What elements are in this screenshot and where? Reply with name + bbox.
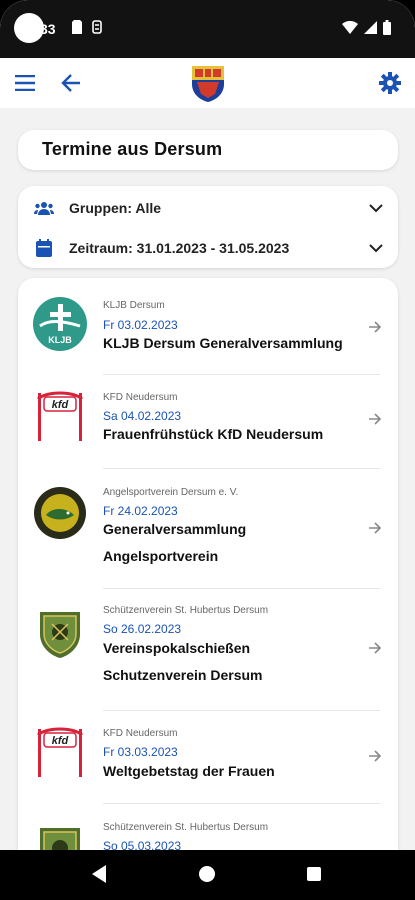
calendar-icon [36,239,52,257]
menu-icon [15,75,35,91]
kfd-logo: kfd [36,727,84,777]
arrow-right-icon [369,642,382,654]
arrow-right-icon [369,321,382,333]
event-list: KLJB KLJB Dersum Fr 03.02.2023 KLJB Ders… [18,278,398,898]
back-arrow-icon [61,74,80,92]
dersum-crest-logo[interactable] [191,65,225,103]
event-organizer: Schützenverein St. Hubertus Dersum [103,822,269,833]
status-right [342,20,391,35]
groups-filter[interactable]: Gruppen: Alle [18,188,398,228]
arrow-right-icon [369,750,382,762]
event-organizer: Schützenverein St. Hubertus Dersum [103,605,269,616]
filter-card: Gruppen: Alle Zeitraum: 31.01.2023 - 31.… [18,186,398,268]
arrow-right-icon [369,522,382,534]
nav-home-icon[interactable] [199,866,215,882]
page-title-card: Termine aus Dersum [18,130,398,170]
signal-icon [364,21,377,34]
menu-button[interactable] [12,70,38,96]
chevron-down-icon [369,204,383,213]
gear-icon [379,72,401,94]
back-button[interactable] [58,70,84,96]
nav-recents-icon[interactable] [307,867,321,881]
sd-card-icon [72,20,82,34]
chevron-down-icon [369,244,383,253]
event-title: KLJB Dersum Generalversammlung [103,335,343,351]
period-filter-label: Zeitraum: 31.01.2023 - 31.05.2023 [69,240,290,256]
navigation-bar [0,850,415,900]
event-item[interactable]: Schützenverein St. Hubertus Dersum So 26… [18,589,398,710]
event-organizer: Angelsportverein Dersum e. V. [103,487,239,498]
event-organizer: KFD Neudersum [103,728,178,739]
groups-icon [34,202,54,215]
kfd-logo: kfd [36,391,84,441]
event-title-line: Angelsportverein [103,548,219,564]
event-organizer: KFD Neudersum [103,392,178,403]
kljb-logo: KLJB [33,297,87,351]
nav-back-icon[interactable] [92,865,106,883]
event-item[interactable]: kfd KFD Neudersum Fr 03.03.2023 Weltgebe… [18,711,398,803]
status-time: 33 [40,21,56,37]
event-item[interactable]: Angelsportverein Dersum e. V. Fr 24.02.2… [18,469,398,588]
kfd-logo-text: kfd [52,735,69,747]
event-item[interactable]: KLJB KLJB Dersum Fr 03.02.2023 KLJB Ders… [18,278,398,374]
period-filter[interactable]: Zeitraum: 31.01.2023 - 31.05.2023 [18,228,398,268]
event-title-line: Generalversammlung [103,521,247,537]
groups-filter-label: Gruppen: Alle [69,200,162,216]
phone-screen: 33 Termine aus Dersum Gruppen: Alle Zeit… [0,0,415,900]
event-title-line: Schutzenverein Dersum [103,667,263,683]
storage-icon [92,20,102,34]
event-title: Frauenfrühstück KfD Neudersum [103,426,324,442]
page-title: Termine aus Dersum [42,139,223,159]
kljb-logo-text: KLJB [48,335,72,345]
arrow-right-icon [369,413,382,425]
battery-icon [383,20,391,35]
status-bar: 33 [0,0,415,58]
event-organizer: KLJB Dersum [103,300,165,311]
settings-button[interactable] [377,70,403,96]
angelsport-logo [34,487,86,539]
event-item[interactable]: kfd KFD Neudersum Sa 04.02.2023 Frauenfr… [18,375,398,467]
app-bar [0,58,415,108]
event-title: Weltgebetstag der Frauen [103,763,275,779]
schuetzen-logo [40,612,80,658]
event-title-line: Vereinspokalschießen [103,640,251,656]
kfd-logo-text: kfd [52,399,69,411]
wifi-icon [342,21,358,34]
